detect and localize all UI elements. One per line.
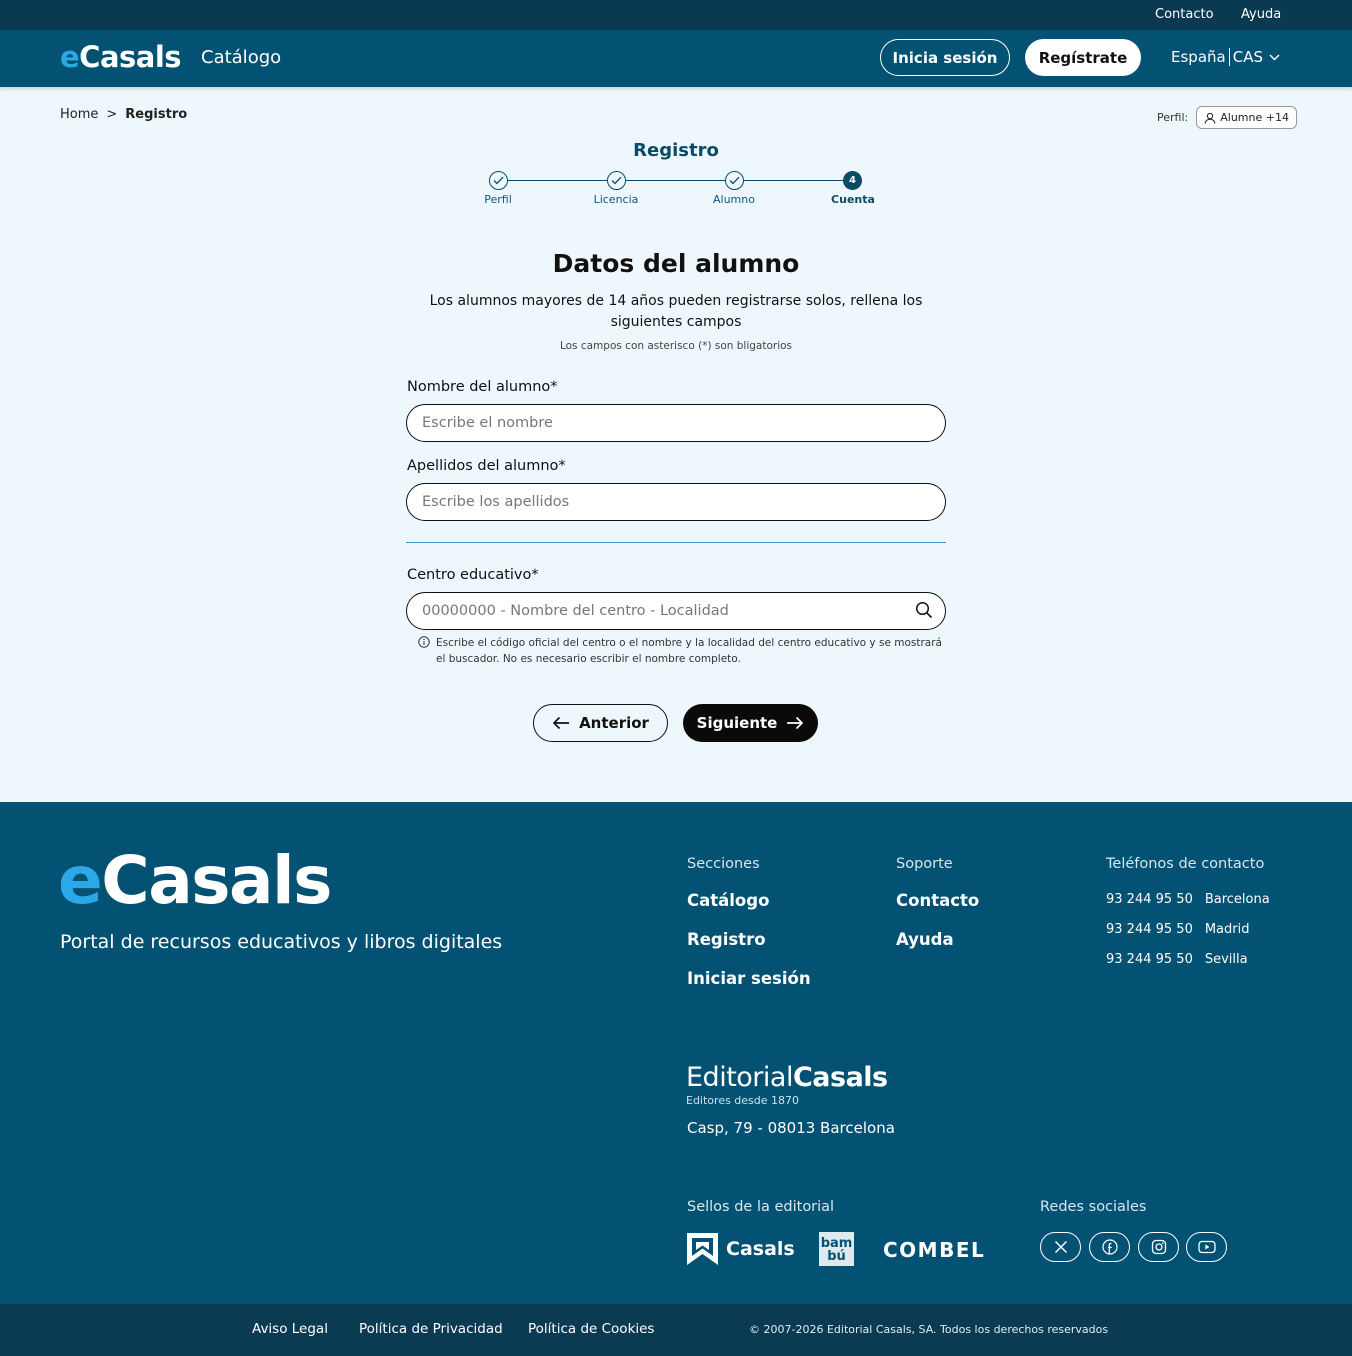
- main-header: eCasals Catálogo Inicia sesión Regístrat…: [0, 30, 1352, 87]
- language-label: CAS: [1232, 48, 1263, 66]
- brand-casals[interactable]: Casals: [687, 1233, 795, 1265]
- arrow-right-icon: [787, 716, 804, 730]
- form-title: Datos del alumno: [552, 249, 800, 278]
- step-connector: [626, 180, 726, 181]
- x-icon[interactable]: [1040, 1232, 1081, 1262]
- top-utility-bar: Contacto Ayuda: [0, 0, 1352, 30]
- profile-chip[interactable]: Alumne +14: [1196, 106, 1297, 129]
- support-heading: Soporte: [896, 856, 953, 872]
- breadcrumb-separator: >: [106, 107, 118, 122]
- name-label: Nombre del alumno*: [407, 379, 558, 395]
- phone-barcelona: 93 244 95 50 Barcelona: [1106, 892, 1270, 907]
- step-cuenta-number: 4: [843, 171, 862, 190]
- breadcrumb-home[interactable]: Home: [60, 107, 98, 122]
- surname-input[interactable]: [406, 483, 946, 521]
- editorial-since: Editores desde 1870: [686, 1094, 800, 1107]
- footer-ecasals-logo[interactable]: eCasals: [58, 842, 332, 919]
- previous-button[interactable]: Anterior: [533, 704, 668, 742]
- legal-notice-link[interactable]: Aviso Legal: [252, 1321, 328, 1337]
- editorial-casals-logo: EditorialCasals: [686, 1062, 888, 1093]
- register-button[interactable]: Regístrate: [1025, 39, 1141, 76]
- language-selector[interactable]: España CAS: [1171, 48, 1280, 66]
- footer-link-catalog[interactable]: Catálogo: [687, 891, 769, 910]
- form-divider: [406, 542, 946, 543]
- brand-combel[interactable]: COMBEL: [883, 1238, 985, 1262]
- step-perfil-check-icon: [489, 171, 508, 190]
- country-label: España: [1171, 48, 1226, 66]
- step-connector: [507, 180, 608, 181]
- school-search-input[interactable]: [406, 592, 946, 630]
- phones-heading: Teléfonos de contacto: [1106, 856, 1265, 872]
- footer: eCasals Portal de recursos educativos y …: [0, 802, 1352, 1304]
- step-alumno-check-icon: [725, 171, 744, 190]
- profile-label: Perfil:: [1157, 111, 1189, 124]
- registration-title: Registro: [633, 140, 719, 161]
- privacy-policy-link[interactable]: Política de Privacidad: [359, 1321, 503, 1337]
- step-connector: [744, 180, 844, 181]
- sections-heading: Secciones: [687, 856, 760, 872]
- step-label-alumno: Alumno: [713, 193, 755, 206]
- login-button[interactable]: Inicia sesión: [880, 39, 1010, 76]
- arrow-left-icon: [552, 716, 570, 730]
- casals-brand-icon: [687, 1233, 718, 1265]
- header-catalog-link[interactable]: Catálogo: [201, 47, 281, 68]
- school-label: Centro educativo*: [407, 567, 539, 583]
- phone-sevilla: 93 244 95 50 Sevilla: [1106, 952, 1248, 967]
- footer-link-contact[interactable]: Contacto: [896, 891, 979, 910]
- step-licencia-check-icon: [607, 171, 626, 190]
- topbar-help-link[interactable]: Ayuda: [1241, 7, 1281, 22]
- footer-tagline: Portal de recursos educativos y libros d…: [60, 931, 503, 953]
- brands-heading: Sellos de la editorial: [687, 1199, 835, 1215]
- footer-link-help[interactable]: Ayuda: [896, 930, 954, 949]
- social-heading: Redes sociales: [1040, 1199, 1147, 1215]
- breadcrumb-current: Registro: [125, 107, 188, 122]
- next-button[interactable]: Siguiente: [683, 704, 818, 742]
- breadcrumb: Home > Registro: [60, 107, 187, 122]
- form-subtitle: Los alumnos mayores de 14 años pueden re…: [429, 293, 923, 330]
- previous-label: Anterior: [579, 714, 649, 732]
- school-hint-text: Escribe el código oficial del centro o e…: [436, 637, 942, 665]
- step-label-cuenta: Cuenta: [831, 193, 875, 206]
- next-label: Siguiente: [696, 714, 778, 732]
- surname-label: Apellidos del alumno*: [407, 458, 566, 474]
- instagram-icon[interactable]: [1138, 1232, 1179, 1262]
- ecasals-logo[interactable]: eCasals: [60, 40, 182, 74]
- step-label-perfil: Perfil: [484, 193, 512, 206]
- step-label-licencia: Licencia: [593, 193, 639, 206]
- name-input[interactable]: [406, 404, 946, 442]
- brand-bambu[interactable]: bam bú: [819, 1232, 854, 1266]
- user-icon: [1204, 112, 1216, 124]
- footer-link-login[interactable]: Iniciar sesión: [687, 969, 811, 988]
- phone-madrid: 93 244 95 50 Madrid: [1106, 922, 1250, 937]
- legal-bar: Aviso Legal Política de Privacidad Polít…: [0, 1304, 1352, 1356]
- cookies-policy-link[interactable]: Política de Cookies: [528, 1321, 654, 1337]
- info-icon: [418, 636, 430, 648]
- facebook-icon[interactable]: [1089, 1232, 1130, 1262]
- footer-link-register[interactable]: Registro: [687, 930, 766, 949]
- editorial-address: Casp, 79 - 08013 Barcelona: [687, 1119, 895, 1137]
- chevron-down-icon: [1269, 54, 1280, 60]
- school-hint: Escribe el código oficial del centro o e…: [418, 635, 946, 667]
- topbar-contact-link[interactable]: Contacto: [1155, 7, 1214, 22]
- search-icon[interactable]: [915, 601, 933, 619]
- youtube-icon[interactable]: [1186, 1232, 1227, 1262]
- language-separator: [1228, 48, 1230, 66]
- profile-indicator: Perfil: Alumne +14: [1157, 106, 1297, 129]
- copyright-text: © 2007-2026 Editorial Casals, SA. Todos …: [749, 1323, 1109, 1336]
- required-fields-note: Los campos con asterisco (*) son bligato…: [559, 340, 793, 352]
- profile-value: Alumne +14: [1220, 111, 1289, 124]
